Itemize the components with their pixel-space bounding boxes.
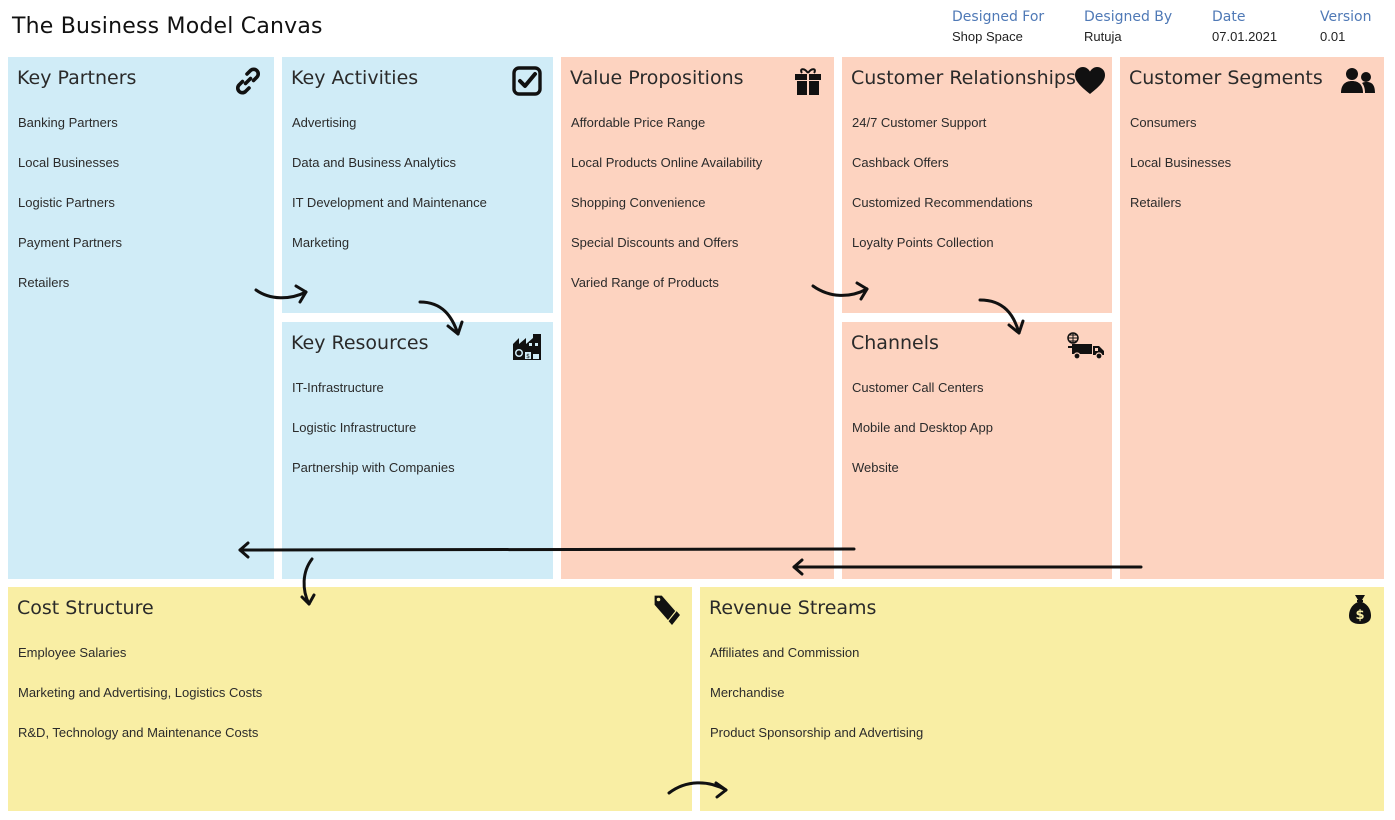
list-item: Mobile and Desktop App — [852, 420, 993, 435]
svg-text:$: $ — [526, 353, 530, 360]
list-item: Partnership with Companies — [292, 460, 455, 475]
item-list: Affiliates and Commission Merchandise Pr… — [710, 645, 923, 765]
list-item: Consumers — [1130, 115, 1197, 130]
list-item: Affordable Price Range — [571, 115, 706, 130]
meta-designed-for: Designed For Shop Space — [952, 9, 1044, 44]
list-item: Local Businesses — [1130, 155, 1232, 170]
meta-designed-by: Designed By Rutuja — [1084, 9, 1172, 44]
list-item: Affiliates and Commission — [710, 645, 860, 660]
price-tag-icon — [653, 594, 680, 625]
item-list: 24/7 Customer Support Cashback Offers Cu… — [852, 115, 1033, 275]
checkbox-icon — [512, 66, 542, 96]
list-item: Advertising — [292, 115, 357, 130]
item-list: Employee Salaries Marketing and Advertis… — [18, 645, 262, 765]
item-list: Affordable Price Range Local Products On… — [571, 115, 762, 315]
item-list: Advertising Data and Business Analytics … — [292, 115, 487, 275]
list-item: Customer Call Centers — [852, 380, 984, 395]
list-item: Website — [852, 460, 899, 475]
list-item: Customized Recommendations — [852, 195, 1033, 210]
meta-value: Rutuja — [1084, 29, 1122, 44]
block-title: Revenue Streams — [709, 597, 877, 619]
svg-text:$: $ — [1355, 608, 1364, 623]
list-item: Data and Business Analytics — [292, 155, 457, 170]
meta-value: 07.01.2021 — [1212, 29, 1278, 44]
list-item: Cashback Offers — [852, 155, 949, 170]
block-title: Customer Relationships — [851, 67, 1076, 89]
list-item: Logistic Infrastructure — [292, 420, 417, 435]
list-item: 24/7 Customer Support — [852, 115, 987, 130]
list-item: Merchandise — [710, 685, 785, 700]
list-item: IT Development and Maintenance — [292, 195, 487, 210]
block-customer-relationships: Customer Relationships 24/7 Customer Sup… — [842, 57, 1112, 313]
block-title: Customer Segments — [1129, 67, 1323, 89]
list-item: IT-Infrastructure — [292, 380, 384, 395]
list-item: Retailers — [1130, 195, 1182, 210]
block-title: Key Activities — [291, 67, 419, 89]
list-item: Payment Partners — [18, 235, 123, 250]
users-icon — [1341, 68, 1375, 93]
block-title: Channels — [851, 332, 939, 354]
meta-value: Shop Space — [952, 29, 1023, 44]
block-key-activities: Key Activities Advertising Data and Busi… — [282, 57, 553, 313]
list-item: Local Businesses — [18, 155, 120, 170]
item-list: IT-Infrastructure Logistic Infrastructur… — [292, 380, 455, 500]
block-title: Key Resources — [291, 332, 429, 354]
block-title: Key Partners — [17, 67, 137, 89]
list-item: Banking Partners — [18, 115, 118, 130]
block-channels: Channels Customer Call Centers Mobile an… — [842, 322, 1112, 579]
block-customer-segments: Customer Segments Consumers Local Busine… — [1120, 57, 1384, 579]
list-item: Loyalty Points Collection — [852, 235, 994, 250]
list-item: Retailers — [18, 275, 70, 290]
block-value-propositions: Value Propositions Affordable Price Rang… — [561, 57, 834, 579]
block-title: Value Propositions — [570, 67, 744, 89]
block-key-partners: Key Partners Banking Partners Local Busi… — [8, 57, 274, 579]
meta-value: 0.01 — [1320, 29, 1346, 44]
block-title: Cost Structure — [17, 597, 154, 619]
list-item: Marketing — [292, 235, 350, 250]
item-list: Customer Call Centers Mobile and Desktop… — [852, 380, 993, 500]
list-item: Special Discounts and Offers — [571, 235, 739, 250]
list-item: Marketing and Advertising, Logistics Cos… — [18, 685, 263, 700]
meta-version: Version 0.01 — [1320, 9, 1371, 44]
money-bag-icon: $ — [1349, 595, 1371, 624]
page-title: The Business Model Canvas — [12, 14, 323, 39]
item-list: Banking Partners Local Businesses Logist… — [18, 115, 122, 315]
meta-label: Version — [1320, 9, 1372, 25]
meta-date: Date 07.01.2021 — [1212, 9, 1277, 44]
list-item: Shopping Convenience — [571, 195, 706, 210]
gift-icon — [795, 68, 821, 95]
delivery-truck-icon — [1067, 332, 1104, 360]
item-list: Consumers Local Businesses Retailers — [1130, 115, 1231, 235]
list-item: Local Products Online Availability — [571, 155, 763, 170]
list-item: Employee Salaries — [18, 645, 127, 660]
factory-icon: $ — [513, 334, 541, 360]
meta-label: Designed By — [1084, 9, 1173, 25]
meta-label: Designed For — [952, 9, 1045, 25]
block-revenue-streams: Revenue Streams $ Affiliates and Commiss… — [700, 587, 1384, 811]
heart-icon — [1075, 67, 1105, 94]
list-item: R&D, Technology and Maintenance Costs — [18, 725, 259, 740]
list-item: Product Sponsorship and Advertising — [710, 725, 924, 740]
meta-label: Date — [1212, 9, 1246, 25]
block-key-resources: Key Resources $ IT-Infrastructure Logist… — [282, 322, 553, 579]
block-cost-structure: Cost Structure Employee Salaries Marketi… — [8, 587, 692, 811]
list-item: Varied Range of Products — [571, 275, 719, 290]
list-item: Logistic Partners — [18, 195, 115, 210]
link-icon — [236, 67, 260, 95]
